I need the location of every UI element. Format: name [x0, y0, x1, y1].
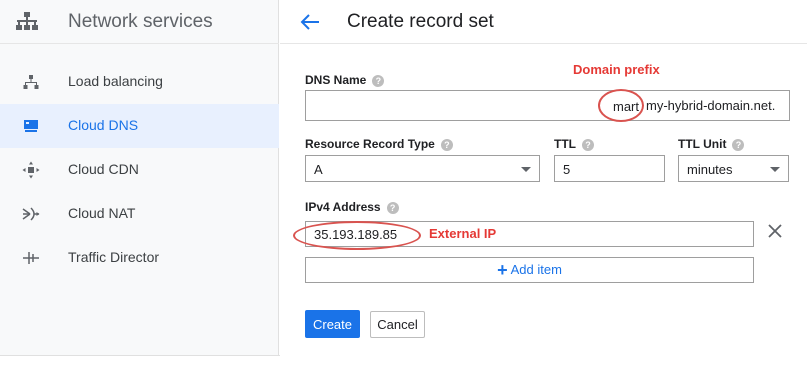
page-title: Create record set: [347, 11, 494, 32]
sidebar-item-cloud-nat[interactable]: Cloud NAT: [0, 192, 279, 236]
dns-name-suffix: my-hybrid-domain.net.: [646, 98, 776, 113]
network-services-icon: [16, 12, 38, 30]
ipv4-label: IPv4 Address?: [305, 200, 399, 214]
sidebar-bottom-divider: [0, 355, 280, 356]
ttl-unit-label-text: TTL Unit: [678, 137, 727, 151]
cloud-nat-icon: [22, 207, 40, 221]
ttl-label: TTL?: [554, 137, 594, 151]
chevron-down-icon: [770, 167, 780, 172]
help-icon[interactable]: ?: [732, 139, 745, 151]
sidebar-title: Network services: [68, 11, 213, 32]
help-icon[interactable]: ?: [582, 139, 594, 151]
help-icon[interactable]: ?: [372, 75, 385, 87]
external-ip-highlight: [293, 221, 421, 250]
record-type-label: Resource Record Type?: [305, 137, 453, 151]
sidebar-item-cloud-dns[interactable]: Cloud DNS: [0, 104, 279, 148]
add-item-label: Add item: [510, 262, 562, 277]
help-icon[interactable]: ?: [386, 202, 399, 214]
dns-name-label-text: DNS Name: [305, 73, 367, 87]
record-type-value: A: [314, 162, 323, 177]
external-ip-annotation: External IP: [427, 226, 499, 241]
ttl-value: 5: [563, 162, 571, 177]
ttl-unit-select[interactable]: minutes: [678, 155, 789, 182]
close-icon[interactable]: [768, 224, 782, 238]
arrow-back-icon[interactable]: [300, 14, 320, 30]
domain-prefix-highlight: [598, 89, 644, 122]
sidebar-item-label: Traffic Director: [68, 249, 160, 265]
dns-name-label: DNS Name?: [305, 73, 385, 87]
ttl-unit-label: TTL Unit?: [678, 137, 745, 151]
cloud-dns-icon: [24, 120, 38, 132]
plus-icon: +: [497, 260, 508, 280]
help-icon[interactable]: ?: [440, 139, 453, 151]
ttl-unit-value: minutes: [687, 162, 733, 177]
add-item-button[interactable]: + Add item: [305, 257, 754, 283]
main-panel: Create record set DNS Name? mart my-hybr…: [280, 0, 807, 366]
load-balancing-icon: [23, 75, 39, 89]
sidebar-item-label: Cloud DNS: [68, 117, 139, 133]
app-root: Network services Load balancing Cloud DN…: [0, 0, 807, 366]
page-header: Create record set: [280, 0, 807, 44]
sidebar-item-traffic-director[interactable]: Traffic Director: [0, 236, 279, 280]
traffic-director-icon: [23, 252, 39, 264]
ipv4-label-text: IPv4 Address: [305, 200, 381, 214]
domain-prefix-annotation: Domain prefix: [571, 62, 662, 77]
sidebar-item-cloud-cdn[interactable]: Cloud CDN: [0, 148, 279, 192]
create-button[interactable]: Create: [305, 310, 360, 338]
record-type-label-text: Resource Record Type: [305, 137, 435, 151]
ttl-input[interactable]: 5: [554, 155, 665, 182]
sidebar-item-label: Cloud NAT: [68, 205, 136, 221]
sidebar: Network services Load balancing Cloud DN…: [0, 0, 279, 355]
sidebar-item-label: Load balancing: [68, 73, 163, 89]
sidebar-item-load-balancing[interactable]: Load balancing: [0, 60, 279, 104]
cloud-cdn-icon: [22, 161, 40, 179]
cancel-button[interactable]: Cancel: [370, 311, 425, 338]
record-type-select[interactable]: A: [305, 155, 540, 182]
sidebar-item-label: Cloud CDN: [68, 161, 139, 177]
sidebar-header: Network services: [0, 0, 279, 44]
ttl-label-text: TTL: [554, 137, 576, 151]
chevron-down-icon: [521, 167, 531, 172]
